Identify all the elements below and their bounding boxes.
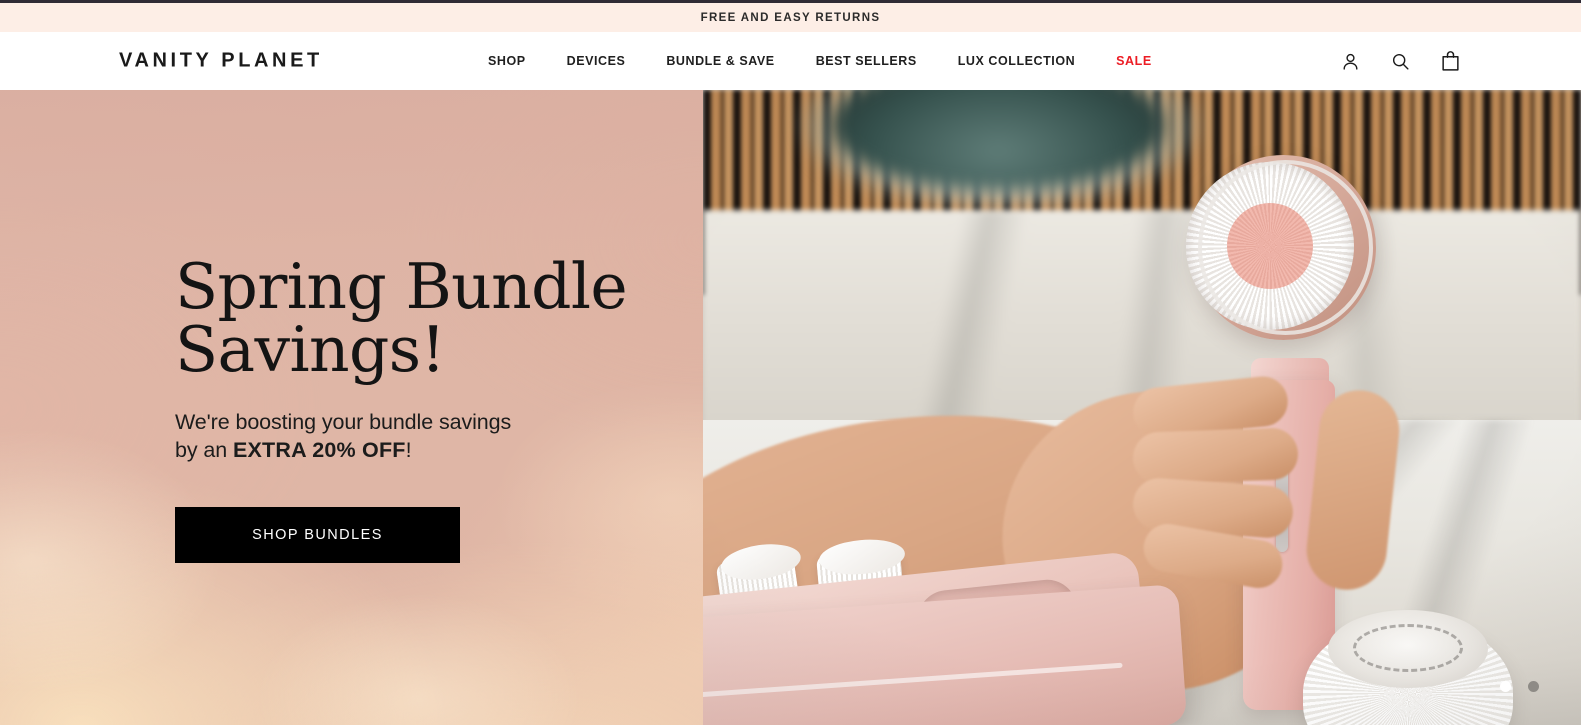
browser-chrome-edge xyxy=(0,0,1581,3)
nav-sale[interactable]: SALE xyxy=(1116,54,1152,68)
main-navigation: SHOP DEVICES BUNDLE & SAVE BEST SELLERS … xyxy=(488,54,1152,68)
hero-copy: Spring Bundle Savings! We're boosting yo… xyxy=(175,255,675,564)
announcement-bar: FREE AND EASY RETURNS xyxy=(0,3,1581,32)
site-logo[interactable]: VANITY PLANET xyxy=(119,50,323,73)
nav-lux-collection[interactable]: LUX COLLECTION xyxy=(958,54,1075,68)
hero-heading: Spring Bundle Savings! xyxy=(175,255,675,381)
device-chrome-ring xyxy=(1198,160,1373,335)
product-photo xyxy=(703,90,1581,725)
cart-icon[interactable] xyxy=(1438,49,1462,73)
hero-sub-emphasis: EXTRA 20% OFF xyxy=(232,437,406,462)
hero-sub-suffix: ! xyxy=(405,437,412,462)
loose-brush-head-ring xyxy=(1353,624,1463,672)
nav-bundle-save[interactable]: BUNDLE & SAVE xyxy=(666,54,774,68)
hero-product-image xyxy=(703,90,1581,725)
hero-heading-line-2: Savings! xyxy=(175,313,446,386)
carousel-dot-2[interactable] xyxy=(1528,681,1539,692)
header-icon-group xyxy=(1338,49,1462,73)
nav-shop[interactable]: SHOP xyxy=(488,54,526,68)
search-icon[interactable] xyxy=(1388,49,1412,73)
hero-subheading: We're boosting your bundle savings by an… xyxy=(175,409,535,464)
page-root: FREE AND EASY RETURNS VANITY PLANET SHOP… xyxy=(0,0,1581,725)
shop-bundles-button[interactable]: SHOP BUNDLES xyxy=(175,507,460,564)
account-icon[interactable] xyxy=(1338,49,1362,73)
carousel-pagination xyxy=(1500,681,1539,692)
hero-section: Spring Bundle Savings! We're boosting yo… xyxy=(0,90,1581,725)
carousel-dot-1[interactable] xyxy=(1500,681,1511,692)
site-header: VANITY PLANET SHOP DEVICES BUNDLE & SAVE… xyxy=(0,32,1581,90)
nav-best-sellers[interactable]: BEST SELLERS xyxy=(816,54,917,68)
nav-devices[interactable]: DEVICES xyxy=(567,54,626,68)
hero-left-panel: Spring Bundle Savings! We're boosting yo… xyxy=(0,90,703,725)
finger-middle xyxy=(1132,427,1299,485)
announcement-text: FREE AND EASY RETURNS xyxy=(700,11,881,24)
